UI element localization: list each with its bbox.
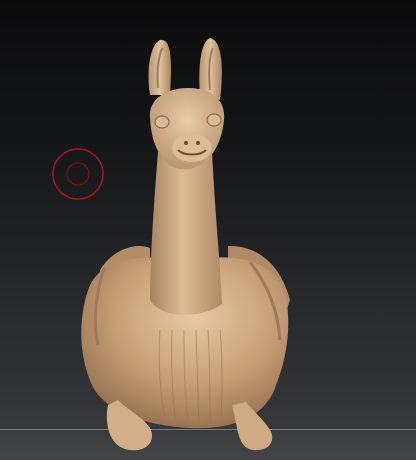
llama-leg-right <box>232 402 273 451</box>
sculpt-viewport[interactable] <box>0 0 416 460</box>
llama-neck <box>150 150 222 315</box>
llama-muzzle <box>172 134 212 162</box>
llama-ear-left <box>148 39 171 95</box>
llama-sculpt[interactable] <box>0 0 416 460</box>
llama-eye-right <box>206 113 222 127</box>
llama-eye-left <box>154 115 170 129</box>
brush-cursor-icon <box>52 148 104 200</box>
